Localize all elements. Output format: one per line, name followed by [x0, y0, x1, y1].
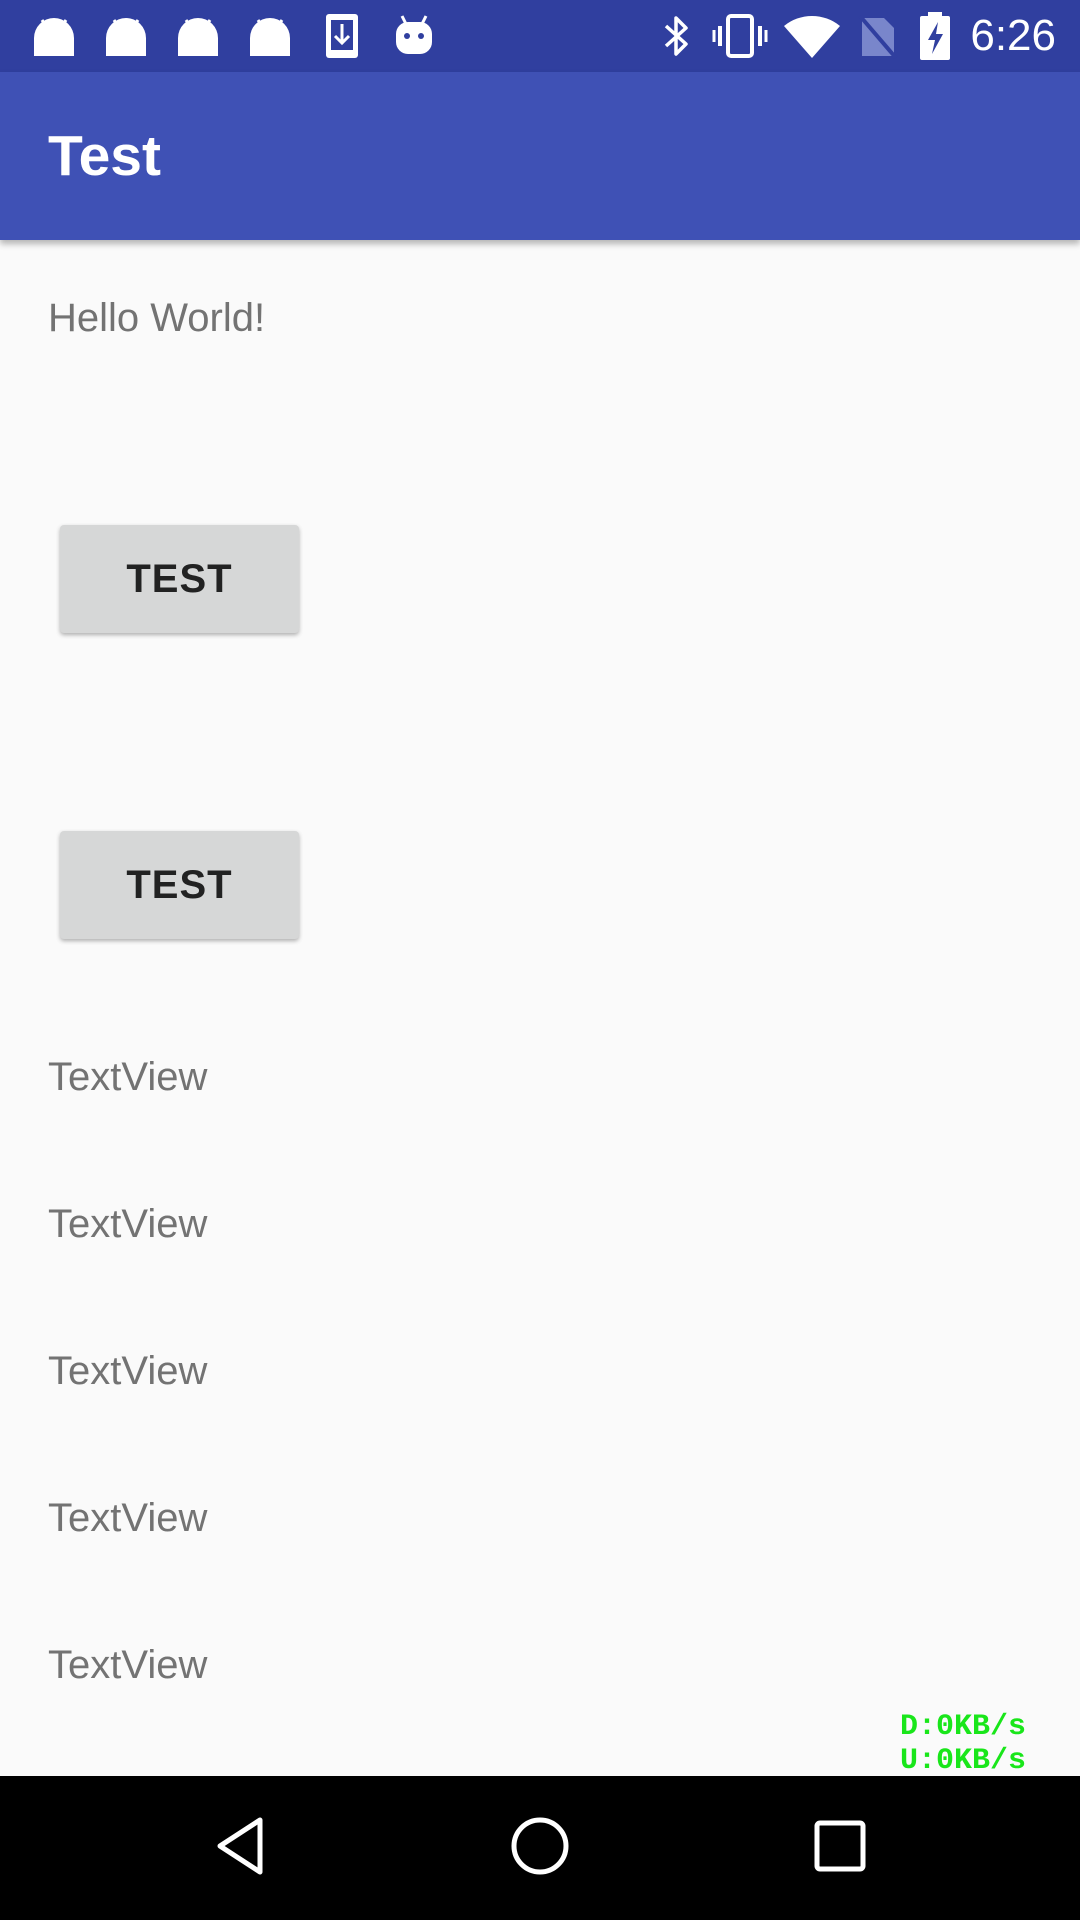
status-time: 6:26 [970, 11, 1056, 60]
android-head-icon [394, 12, 434, 60]
navigation-bar [0, 1776, 1080, 1920]
bluetooth-icon [660, 12, 692, 60]
android-icon [246, 12, 294, 60]
back-icon [212, 1816, 268, 1881]
battery-charging-icon [918, 12, 952, 60]
text-view-5: TextView [48, 1643, 208, 1687]
text-view-4: TextView [48, 1496, 208, 1540]
status-bar: 6:26 [0, 0, 1080, 72]
recents-button[interactable] [792, 1800, 888, 1896]
recents-icon [814, 1820, 866, 1877]
home-button[interactable] [492, 1800, 588, 1896]
net-speed-overlay: D:0KB/s U:0KB/s [900, 1710, 1026, 1778]
download-speed: D:0KB/s [899, 1710, 1026, 1744]
android-icon [174, 12, 222, 60]
app-bar: Test [0, 72, 1080, 240]
hello-text: Hello World! [48, 296, 266, 340]
test-button-2[interactable]: TEST [60, 831, 299, 939]
android-icon [30, 12, 78, 60]
upload-speed: U:0KB/s [899, 1744, 1026, 1778]
text-view-1: TextView [48, 1055, 208, 1099]
test-button-1[interactable]: TEST [60, 525, 299, 633]
back-button[interactable] [192, 1800, 288, 1896]
text-view-3: TextView [48, 1349, 208, 1393]
app-title: Test [48, 124, 161, 188]
screen: 6:26 Test Hello World! TEST TEST TextVie… [0, 0, 1080, 1920]
text-view-2: TextView [48, 1202, 208, 1246]
download-icon [322, 12, 362, 60]
vibrate-icon [712, 12, 768, 60]
home-icon [510, 1816, 570, 1881]
wifi-icon [784, 12, 840, 60]
no-sim-icon [858, 12, 898, 60]
android-icon [102, 12, 150, 60]
